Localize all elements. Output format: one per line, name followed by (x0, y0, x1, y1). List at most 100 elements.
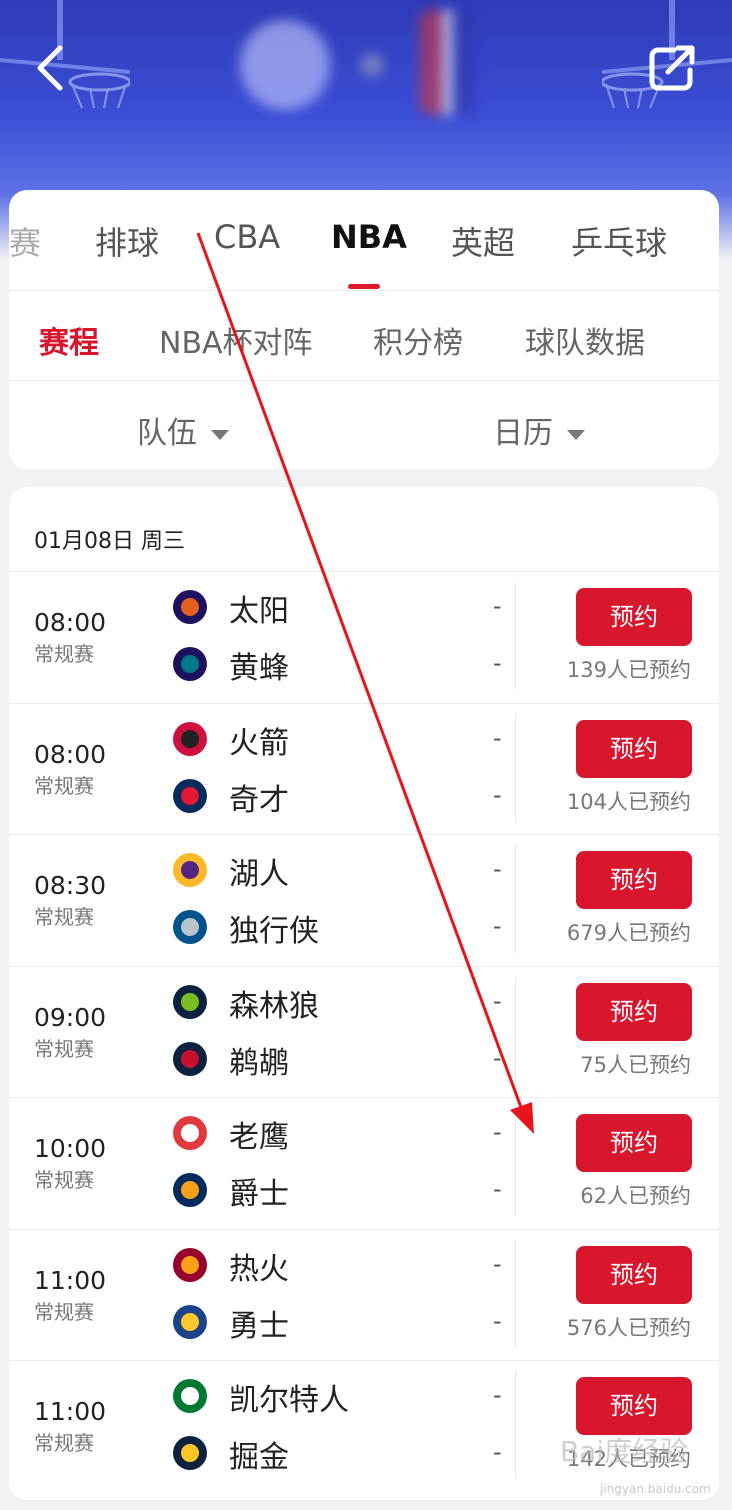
team-filter-dropdown[interactable]: 队伍 (137, 408, 229, 452)
subtab-nba-cup-bracket[interactable]: NBA杯对阵 (159, 318, 313, 362)
game-row[interactable]: 08:00 常规赛 火箭 - 奇才 - 预约 104人已预约 (9, 702, 719, 835)
reserve-button[interactable]: 预约 (576, 1377, 692, 1435)
reserve-button[interactable]: 预约 (576, 719, 692, 778)
warriors-logo-icon (173, 1304, 207, 1339)
share-button[interactable] (644, 40, 700, 96)
column-divider (515, 1371, 516, 1479)
suns-logo-icon (173, 590, 207, 624)
column-divider (515, 713, 516, 822)
tab-cba[interactable]: CBA (214, 218, 280, 256)
hornets-logo-icon (173, 647, 207, 681)
watermark-url: jingyan.baidu.com (600, 1482, 711, 1496)
reservation-count: 104人已预约 (566, 789, 691, 814)
reserve-button[interactable]: 预约 (576, 982, 692, 1041)
tab-partial[interactable]: 赛 (9, 218, 41, 264)
subtab-standings[interactable]: 积分榜 (373, 318, 463, 362)
game-stage: 常规赛 (34, 1431, 94, 1455)
blurred-nba-logo (420, 10, 475, 115)
reservation-count: 679人已预约 (566, 921, 691, 945)
column-divider (515, 582, 516, 690)
game-stage: 常规赛 (34, 905, 94, 929)
away-score: - (493, 912, 502, 940)
column-divider (515, 845, 516, 953)
sport-tabs: 赛 排球 CBA NBA 英超 乒乓球 (9, 190, 719, 290)
game-time: 08:00 (34, 739, 107, 769)
home-team-name: 太阳 (229, 594, 289, 629)
divider (9, 290, 719, 291)
wizards-logo-icon (173, 778, 207, 813)
away-team-name: 爵士 (229, 1177, 289, 1212)
game-stage: 常规赛 (34, 1168, 94, 1192)
away-team-name: 黄蜂 (229, 651, 289, 686)
hawks-logo-icon (173, 1116, 207, 1150)
team-filter-label: 队伍 (137, 416, 197, 451)
away-team-name: 勇士 (229, 1308, 289, 1344)
game-time: 11:00 (34, 1397, 107, 1426)
blurred-logo-divider (362, 55, 382, 75)
home-score: - (493, 855, 502, 883)
tab-nba[interactable]: NBA (331, 218, 407, 256)
away-score: - (493, 649, 502, 677)
game-time: 08:30 (34, 871, 107, 900)
game-row[interactable]: 08:00 常规赛 太阳 - 黄蜂 - 预约 139人已预约 (9, 571, 719, 703)
game-stage: 常规赛 (34, 1299, 94, 1324)
reservation-count: 62人已预约 (580, 1184, 691, 1208)
lakers-logo-icon (173, 853, 207, 887)
game-time: 10:00 (34, 1134, 107, 1163)
timberwolves-logo-icon (173, 984, 207, 1019)
game-row[interactable]: 11:00 常规赛 凯尔特人 - 掘金 - 预约 142人已预约 (9, 1360, 719, 1492)
calendar-filter-label: 日历 (493, 416, 553, 451)
pelicans-logo-icon (173, 1041, 207, 1076)
tab-premier-league[interactable]: 英超 (451, 218, 515, 264)
home-score: - (493, 1118, 502, 1146)
subtab-team-stats[interactable]: 球队数据 (525, 318, 645, 362)
home-score: - (493, 1381, 502, 1409)
game-stage: 常规赛 (34, 1036, 94, 1061)
subtab-schedule[interactable]: 赛程 (39, 318, 99, 362)
reserve-button[interactable]: 预约 (576, 1114, 692, 1172)
date-header: 01月08日 周三 (34, 529, 185, 554)
calendar-filter-dropdown[interactable]: 日历 (493, 408, 585, 452)
reservation-count: 576人已预约 (566, 1315, 691, 1340)
home-score: - (493, 1249, 502, 1278)
game-time: 11:00 (34, 1265, 107, 1295)
away-score: - (493, 1175, 502, 1203)
away-team-name: 独行侠 (229, 914, 319, 949)
category-card: 赛 排球 CBA NBA 英超 乒乓球 赛程 NBA杯对阵 积分榜 球队数据 队… (9, 190, 719, 469)
reservation-count: 139人已预约 (566, 658, 691, 682)
game-stage: 常规赛 (34, 773, 94, 798)
nuggets-logo-icon (173, 1436, 207, 1470)
home-team-name: 火箭 (229, 725, 289, 761)
away-team-name: 掘金 (229, 1440, 289, 1475)
game-row[interactable]: 09:00 常规赛 森林狼 - 鹈鹕 - 预约 75人已预约 (9, 965, 719, 1098)
game-time: 08:00 (34, 608, 107, 637)
away-score: - (493, 1043, 502, 1072)
reserve-button[interactable]: 预约 (576, 1245, 692, 1304)
game-row[interactable]: 11:00 常规赛 热火 - 勇士 - 预约 576人已预约 (9, 1228, 719, 1361)
column-divider (515, 1108, 516, 1216)
game-stage: 常规赛 (34, 642, 94, 666)
game-row[interactable]: 10:00 常规赛 老鹰 - 爵士 - 预约 62人已预约 (9, 1097, 719, 1229)
tab-table-tennis[interactable]: 乒乓球 (571, 218, 667, 264)
back-button[interactable] (26, 40, 74, 96)
column-divider (515, 976, 516, 1085)
away-team-name: 奇才 (229, 782, 289, 818)
home-score: - (493, 986, 502, 1015)
caret-down-icon (211, 429, 229, 440)
home-score: - (493, 723, 502, 752)
away-score: - (493, 1438, 502, 1466)
home-team-name: 森林狼 (229, 988, 319, 1024)
rockets-logo-icon (173, 721, 207, 756)
active-tab-indicator (348, 284, 380, 289)
celtics-logo-icon (173, 1379, 207, 1413)
home-team-name: 湖人 (229, 857, 289, 892)
schedule-list: 01月08日 周三 08:00 常规赛 太阳 - 黄蜂 - 预约 139人已预约 08:00 常规… (9, 487, 719, 1500)
reserve-button[interactable]: 预约 (576, 851, 692, 909)
reserve-button[interactable]: 预约 (576, 588, 692, 646)
heat-logo-icon (173, 1247, 207, 1282)
away-score: - (493, 780, 502, 809)
blurred-logo-left (240, 20, 330, 110)
game-row[interactable]: 08:30 常规赛 湖人 - 独行侠 - 预约 679人已预约 (9, 834, 719, 966)
mavericks-logo-icon (173, 910, 207, 944)
tab-volleyball[interactable]: 排球 (95, 218, 159, 264)
